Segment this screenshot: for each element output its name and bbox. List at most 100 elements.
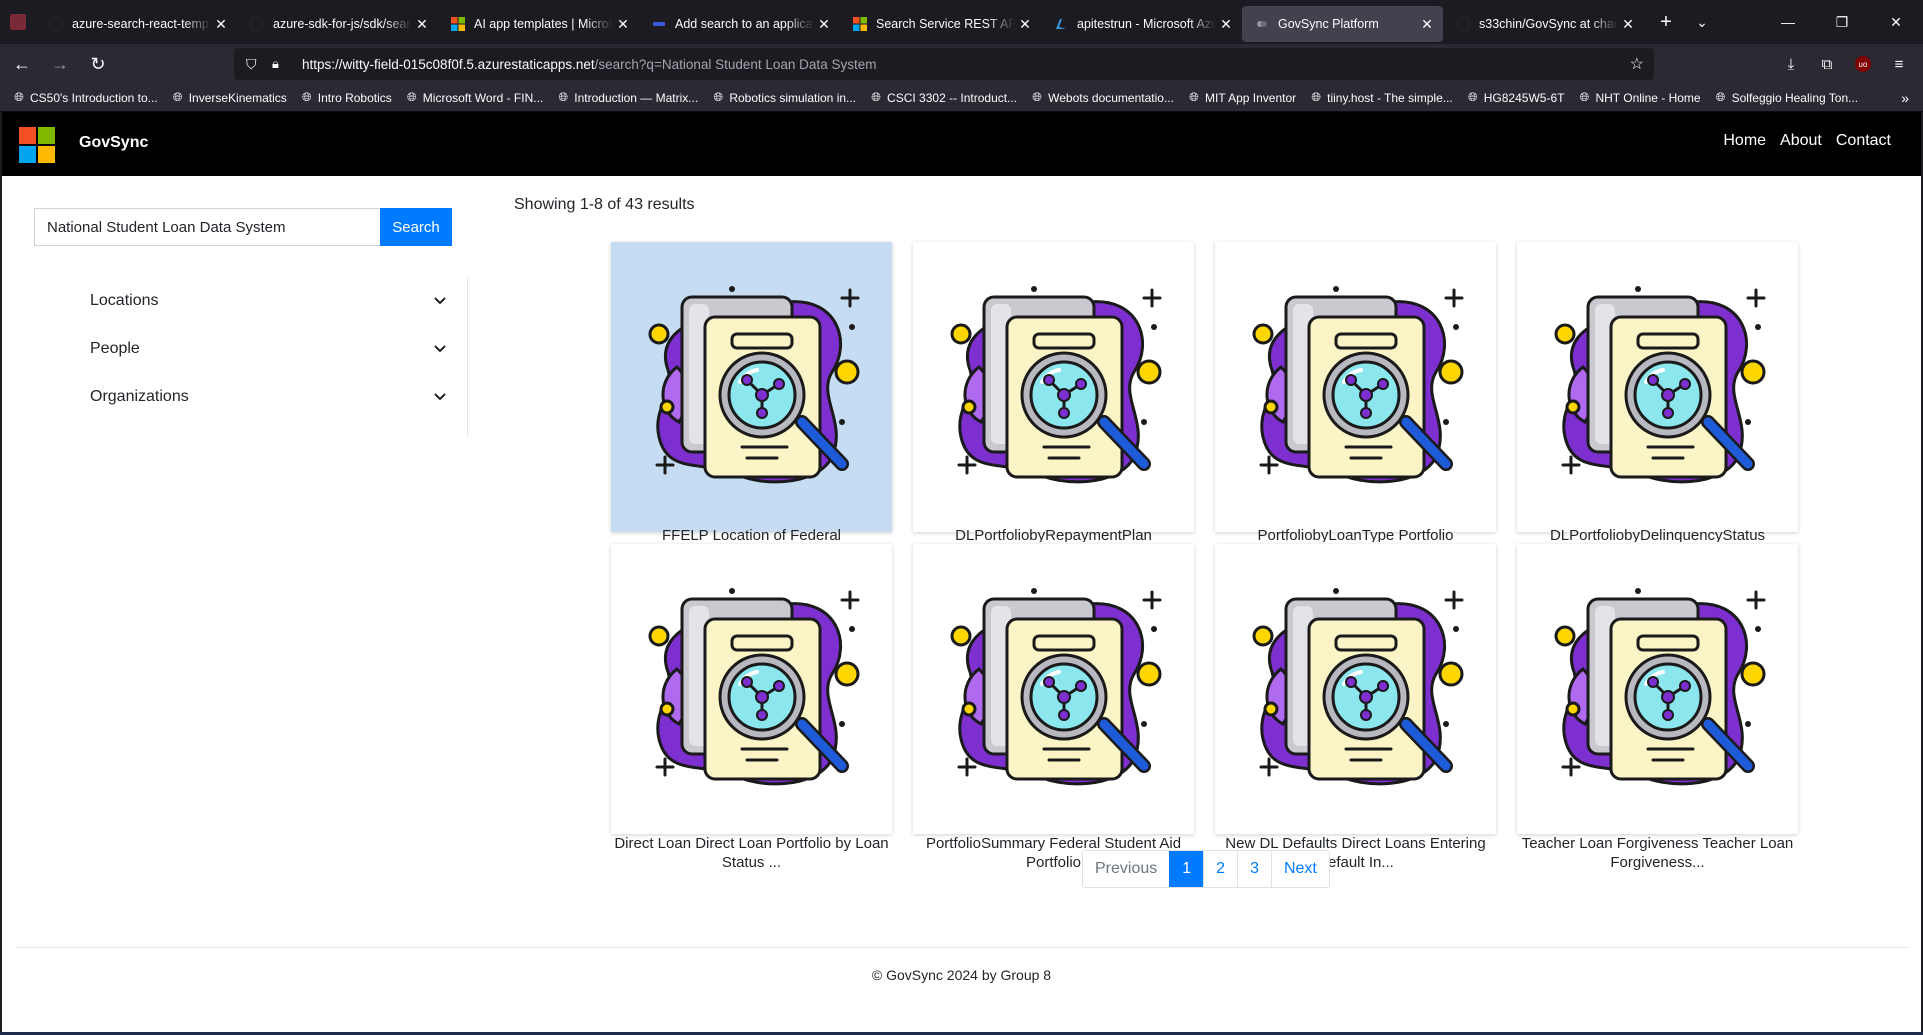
tracking-shield-icon[interactable]: ⛉ (246, 56, 266, 73)
document-search-icon[interactable] (913, 544, 1194, 834)
previous-page-button[interactable]: Previous (1083, 851, 1169, 887)
bookmark-item[interactable]: 🌐︎ CSCI 3302 -- Introduct... (869, 90, 1017, 105)
facet-locations[interactable]: Locations (60, 277, 467, 325)
restore-icon[interactable]: ❐ (1815, 0, 1869, 44)
search-button[interactable]: Search (380, 208, 452, 246)
bookmark-item[interactable]: 🌐︎ NHT Online - Home (1577, 90, 1701, 105)
bookmark-item[interactable]: 🌐︎ Introduction — Matrix... (556, 90, 698, 105)
bookmark-star-icon[interactable]: ☆ (1630, 54, 1644, 74)
result-card[interactable]: DLPortfoliobyRepaymentPlan (913, 242, 1194, 542)
nav-home-link[interactable]: Home (1723, 132, 1766, 150)
browser-tab[interactable]: azure-sdk-for-js/sdk/search ✕ (237, 6, 438, 42)
page-2-button[interactable]: 2 (1203, 851, 1237, 887)
forward-arrow-icon[interactable]: → (44, 48, 76, 80)
document-search-icon[interactable] (611, 544, 892, 834)
tab-close-icon[interactable]: ✕ (1618, 14, 1638, 34)
bookmark-item[interactable]: 🌐︎ HG8245W5-6T (1466, 90, 1565, 105)
chevron-down-icon[interactable] (433, 342, 447, 356)
tab-close-icon[interactable]: ✕ (412, 14, 432, 34)
globe-icon: 🌐︎ (172, 90, 183, 104)
tab-list-chevron-icon[interactable]: ⌄ (1684, 4, 1720, 40)
next-page-button[interactable]: Next (1270, 851, 1329, 887)
lock-icon[interactable]: 🔒︎ (272, 56, 292, 72)
result-card[interactable]: PortfolioSummary Federal Student Aid Por… (913, 544, 1194, 871)
result-card[interactable]: Teacher Loan Forgiveness Teacher Loan Fo… (1517, 544, 1798, 871)
document-search-icon[interactable] (913, 242, 1194, 532)
tab-close-icon[interactable]: ✕ (1015, 14, 1035, 34)
microsoft-logo-icon[interactable] (19, 127, 55, 163)
url-path: /search?q=National Student Loan Data Sys… (594, 56, 877, 72)
tab-title: azure-sdk-for-js/sdk/search (273, 17, 412, 31)
browser-navbar: ← → ↻ ⛉ 🔒︎ https://witty-field-015c08f0f… (0, 44, 1923, 84)
document-search-icon[interactable] (1517, 242, 1798, 532)
result-title[interactable]: FFELP Location of Federal (611, 526, 892, 542)
nav-about-link[interactable]: About (1780, 132, 1822, 150)
document-search-icon[interactable] (1215, 544, 1496, 834)
browser-tab[interactable]: GovSync Platform ✕ (1242, 6, 1443, 42)
firefox-view-icon[interactable] (0, 0, 36, 44)
footer-divider (16, 947, 1909, 948)
document-search-icon[interactable] (1215, 242, 1496, 532)
document-search-icon[interactable] (611, 242, 892, 532)
downloads-icon[interactable]: ⤓ (1773, 48, 1809, 80)
browser-tab[interactable]: AI app templates | Microsoft✕ (438, 6, 639, 42)
result-title[interactable]: DLPortfoliobyDelinquencyStatus (1517, 526, 1798, 542)
bookmark-item[interactable]: 🌐︎ Microsoft Word - FIN... (405, 90, 543, 105)
toolbar-right: ⤓ ⧉ uo ≡ (1773, 48, 1917, 80)
bookmarks-overflow-icon[interactable]: » (1901, 90, 1909, 106)
pagination: Previous 1 2 3 Next (1082, 850, 1330, 888)
reload-icon[interactable]: ↻ (82, 48, 114, 80)
browser-tab[interactable]: azure-search-react-template✕ (36, 6, 237, 42)
bookmark-item[interactable]: 🌐︎ Intro Robotics (300, 90, 392, 105)
facet-people[interactable]: People (60, 325, 467, 373)
browser-tab[interactable]: Search Service REST APIs - Azure✕ (840, 6, 1041, 42)
result-title[interactable]: PortfoliobyLoanType Portfolio (1215, 526, 1496, 542)
result-card[interactable]: FFELP Location of Federal (611, 242, 892, 542)
browser-tab-strip: azure-search-react-template✕azure-sdk-fo… (0, 0, 1923, 44)
tab-close-icon[interactable]: ✕ (211, 14, 231, 34)
result-card[interactable]: Direct Loan Direct Loan Portfolio by Loa… (611, 544, 892, 871)
result-title[interactable]: DLPortfoliobyRepaymentPlan (913, 526, 1194, 542)
result-card[interactable]: DLPortfoliobyDelinquencyStatus (1517, 242, 1798, 542)
browser-tab[interactable]: s33chin/GovSync at changes✕ (1443, 6, 1644, 42)
bookmark-item[interactable]: 🌐︎ Solfeggio Healing Ton... (1714, 90, 1858, 105)
minimize-icon[interactable]: — (1761, 0, 1815, 44)
extensions-icon[interactable]: ⧉ (1809, 48, 1845, 80)
bookmark-item[interactable]: 🌐︎ MIT App Inventor (1187, 90, 1296, 105)
address-bar[interactable]: ⛉ 🔒︎ https://witty-field-015c08f0f.5.azu… (234, 48, 1654, 80)
nav-contact-link[interactable]: Contact (1836, 132, 1891, 150)
search-input[interactable] (34, 208, 380, 246)
page-1-button[interactable]: 1 (1169, 851, 1204, 887)
ublock-icon[interactable]: uo (1855, 56, 1871, 72)
bookmark-item[interactable]: 🌐︎ tiiny.host - The simple... (1309, 90, 1453, 105)
tab-title: GovSync Platform (1278, 17, 1379, 31)
browser-tab[interactable]: Add search to an application✕ (639, 6, 840, 42)
page-3-button[interactable]: 3 (1237, 851, 1271, 887)
bookmark-item[interactable]: 🌐︎ CS50's Introduction to... (12, 90, 158, 105)
result-title[interactable]: Direct Loan Direct Loan Portfolio by Loa… (611, 834, 892, 872)
bookmark-label: tiiny.host - The simple... (1327, 90, 1453, 105)
back-arrow-icon[interactable]: ← (6, 48, 38, 80)
bookmark-item[interactable]: 🌐︎ Webots documentatio... (1030, 90, 1174, 105)
result-card[interactable]: PortfoliobyLoanType Portfolio (1215, 242, 1496, 542)
facet-organizations[interactable]: Organizations (60, 373, 467, 421)
document-search-icon[interactable] (1517, 544, 1798, 834)
close-window-icon[interactable]: ✕ (1869, 0, 1923, 44)
brand-name[interactable]: GovSync (79, 134, 148, 152)
tab-close-icon[interactable]: ✕ (814, 14, 834, 34)
browser-tab[interactable]: apitestrun - Microsoft Azure ✕ (1041, 6, 1242, 42)
globe-icon: 🌐︎ (1467, 90, 1478, 104)
chevron-down-icon[interactable] (433, 294, 447, 308)
tab-close-icon[interactable]: ✕ (613, 14, 633, 34)
chevron-down-icon[interactable] (433, 390, 447, 404)
tab-close-icon[interactable]: ✕ (1216, 14, 1236, 34)
facet-label: Locations (90, 292, 159, 309)
tab-close-icon[interactable]: ✕ (1417, 14, 1437, 34)
bookmark-label: NHT Online - Home (1595, 90, 1701, 105)
bookmark-item[interactable]: 🌐︎ InverseKinematics (171, 90, 287, 105)
menu-icon[interactable]: ≡ (1881, 48, 1917, 80)
result-title[interactable]: Teacher Loan Forgiveness Teacher Loan Fo… (1517, 834, 1798, 872)
bookmark-item[interactable]: 🌐︎ Robotics simulation in... (711, 90, 857, 105)
result-card[interactable]: New DL Defaults Direct Loans Entering De… (1215, 544, 1496, 871)
new-tab-icon[interactable]: + (1648, 4, 1684, 40)
